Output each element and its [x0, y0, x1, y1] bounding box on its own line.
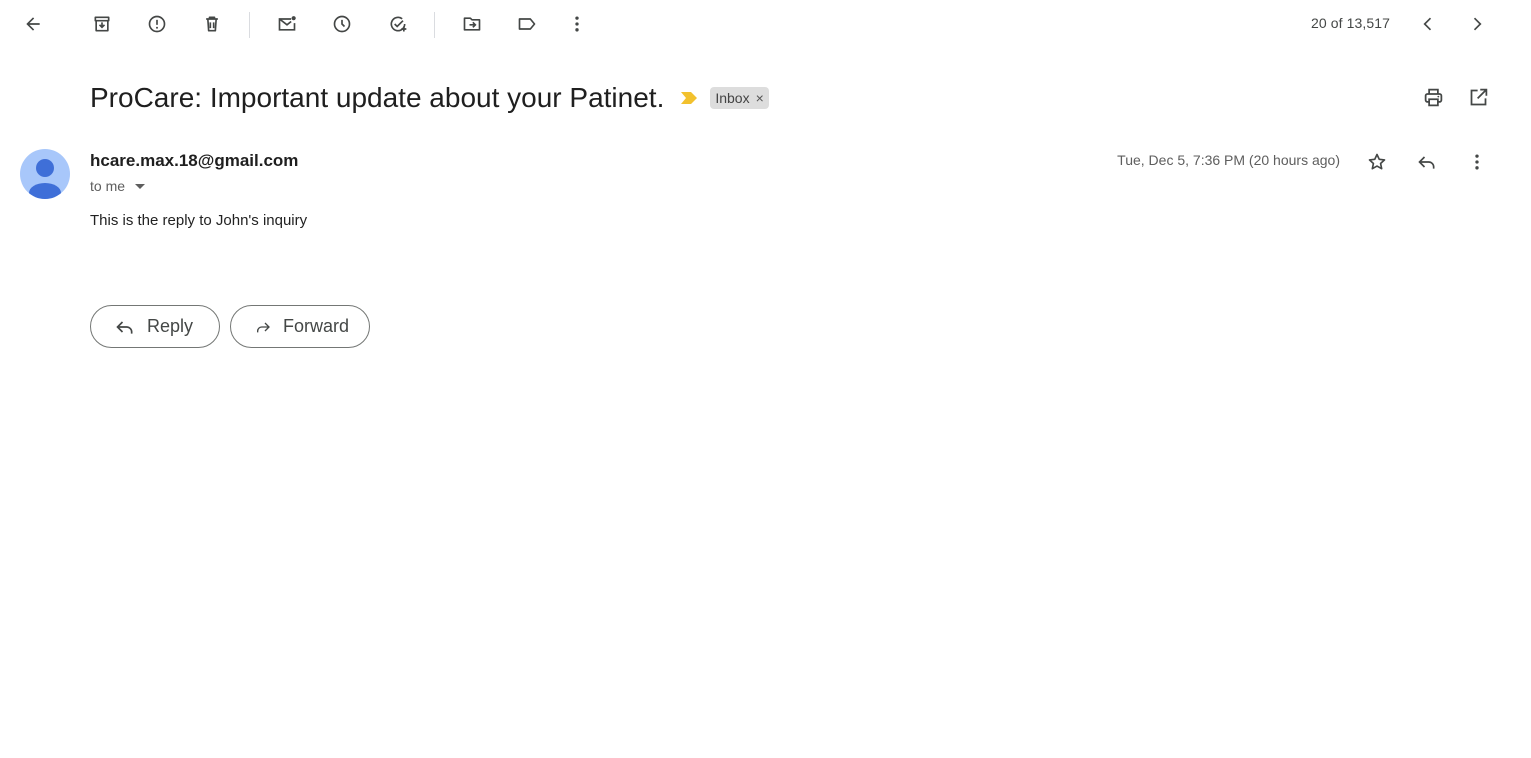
chevron-left-icon — [1423, 17, 1432, 31]
delete-icon — [206, 16, 218, 32]
print-icon — [1424, 88, 1442, 106]
add-task-icon — [390, 16, 407, 32]
forward-button-label: Forward — [282, 316, 349, 336]
toolbar-divider — [249, 12, 250, 38]
label-chip-text: Inbox — [715, 90, 750, 106]
recipient-text: to me — [90, 178, 126, 194]
star-icon — [1368, 153, 1386, 170]
more-vert-icon — [575, 16, 579, 32]
toolbar-divider — [434, 12, 435, 38]
show-details-caret-icon[interactable] — [135, 183, 146, 189]
label-icon — [518, 18, 536, 30]
sender-email[interactable]: hcare.max.18@gmail.com — [90, 151, 298, 171]
move-to-icon — [463, 17, 481, 31]
email-subject: ProCare: Important update about your Pat… — [90, 82, 665, 113]
snooze-icon — [333, 15, 351, 33]
reply-button-label: Reply — [147, 316, 194, 336]
open-new-window-button[interactable] — [1458, 77, 1498, 117]
label-chip-inbox: Inbox × — [710, 87, 769, 109]
reply-button[interactable]: Reply — [90, 305, 220, 348]
more-vert-icon — [1475, 154, 1479, 170]
mark-unread-button[interactable] — [267, 4, 307, 44]
recipient-row: to me — [90, 178, 146, 194]
report-spam-button[interactable] — [137, 4, 177, 44]
back-button[interactable] — [13, 4, 53, 44]
more-button[interactable] — [557, 4, 597, 44]
remove-label-button[interactable]: × — [756, 91, 764, 105]
subject-row: ProCare: Important update about your Pat… — [90, 78, 769, 118]
label-button[interactable] — [507, 4, 547, 44]
archive-icon — [94, 16, 110, 32]
message-body: This is the reply to John's inquiry — [90, 212, 308, 229]
forward-button[interactable]: Forward — [230, 305, 370, 348]
reply-icon-button[interactable] — [1407, 142, 1447, 182]
pager-count: 20 of 13,517 — [1310, 15, 1390, 31]
back-icon — [26, 17, 40, 31]
chevron-right-icon — [1473, 17, 1482, 31]
older-button[interactable] — [1457, 4, 1497, 44]
reply-icon — [116, 320, 133, 334]
delete-button[interactable] — [192, 4, 232, 44]
star-button[interactable] — [1357, 142, 1397, 182]
archive-button[interactable] — [82, 4, 122, 44]
reply-icon — [1418, 156, 1435, 169]
move-to-button[interactable] — [452, 4, 492, 44]
message-date: Tue, Dec 5, 7:36 PM (20 hours ago) — [1117, 152, 1340, 168]
open-in-new-icon — [1470, 88, 1487, 105]
email-view: 20 of 13,517 ProCare: Important update a… — [0, 0, 1531, 758]
toolbar: 20 of 13,517 — [0, 0, 1531, 48]
avatar[interactable] — [20, 149, 70, 199]
report-spam-icon — [148, 15, 166, 33]
print-all-button[interactable] — [1413, 77, 1453, 117]
importance-marker-icon[interactable] — [680, 91, 698, 105]
message-more-button[interactable] — [1457, 142, 1497, 182]
mark-unread-icon — [278, 16, 296, 31]
snooze-button[interactable] — [322, 4, 362, 44]
newer-button[interactable] — [1408, 4, 1448, 44]
person-icon — [29, 159, 61, 199]
add-task-button[interactable] — [378, 4, 418, 44]
forward-icon — [256, 322, 270, 332]
